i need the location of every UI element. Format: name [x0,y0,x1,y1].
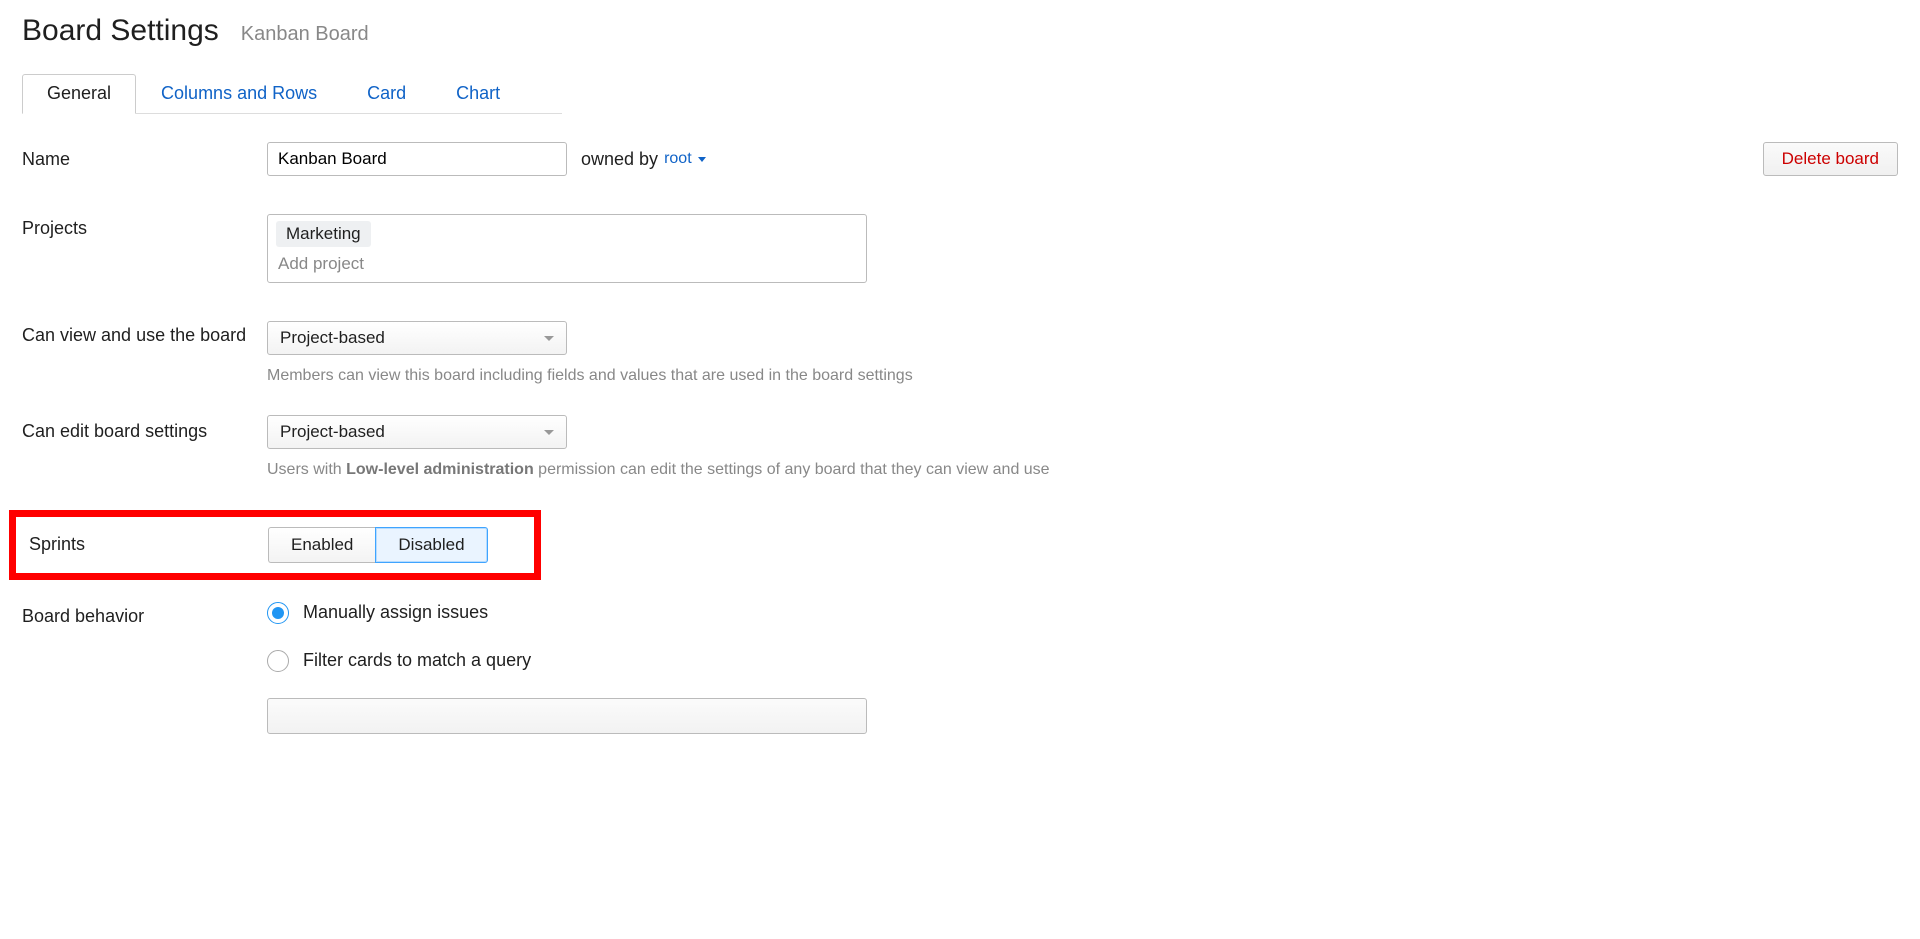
owner-name: root [664,150,692,168]
page-title: Board Settings [22,14,219,48]
board-name-input[interactable] [267,142,567,176]
can-view-hint: Members can view this board including fi… [267,365,913,387]
sprints-section-highlight: Sprints Enabled Disabled [9,510,541,580]
can-view-select[interactable]: Project-based [267,321,567,355]
page-subtitle: Kanban Board [241,23,369,46]
query-input[interactable] [267,698,867,734]
sprints-disabled-button[interactable]: Disabled [375,527,487,563]
can-edit-hint: Users with Low-level administration perm… [267,459,1050,481]
radio-manually-assign-label: Manually assign issues [303,602,488,623]
radio-filter-query[interactable] [267,650,289,672]
sprints-enabled-button[interactable]: Enabled [268,527,375,563]
caret-down-icon [544,336,554,341]
tab-columns-rows[interactable]: Columns and Rows [136,74,342,114]
sprints-toggle: Enabled Disabled [268,527,488,563]
caret-down-icon [698,157,706,162]
caret-down-icon [544,430,554,435]
tab-general[interactable]: General [22,74,136,114]
tabs: General Columns and Rows Card Chart [22,74,562,114]
label-projects: Projects [22,214,267,239]
radio-filter-query-label: Filter cards to match a query [303,650,531,671]
can-view-value: Project-based [280,328,385,348]
label-can-view: Can view and use the board [22,321,267,346]
radio-manually-assign[interactable] [267,602,289,624]
label-sprints: Sprints [16,534,268,555]
project-tag[interactable]: Marketing [276,221,371,247]
tab-chart[interactable]: Chart [431,74,525,114]
projects-token-box[interactable]: Marketing Add project [267,214,867,283]
can-edit-value: Project-based [280,422,385,442]
label-board-behavior: Board behavior [22,602,267,627]
label-name: Name [22,149,267,170]
owner-dropdown[interactable]: root [664,150,706,168]
can-edit-select[interactable]: Project-based [267,415,567,449]
tab-card[interactable]: Card [342,74,431,114]
label-can-edit: Can edit board settings [22,415,267,442]
add-project-placeholder[interactable]: Add project [276,251,858,274]
owned-by-text: owned by [581,149,658,170]
delete-board-button[interactable]: Delete board [1763,142,1898,176]
